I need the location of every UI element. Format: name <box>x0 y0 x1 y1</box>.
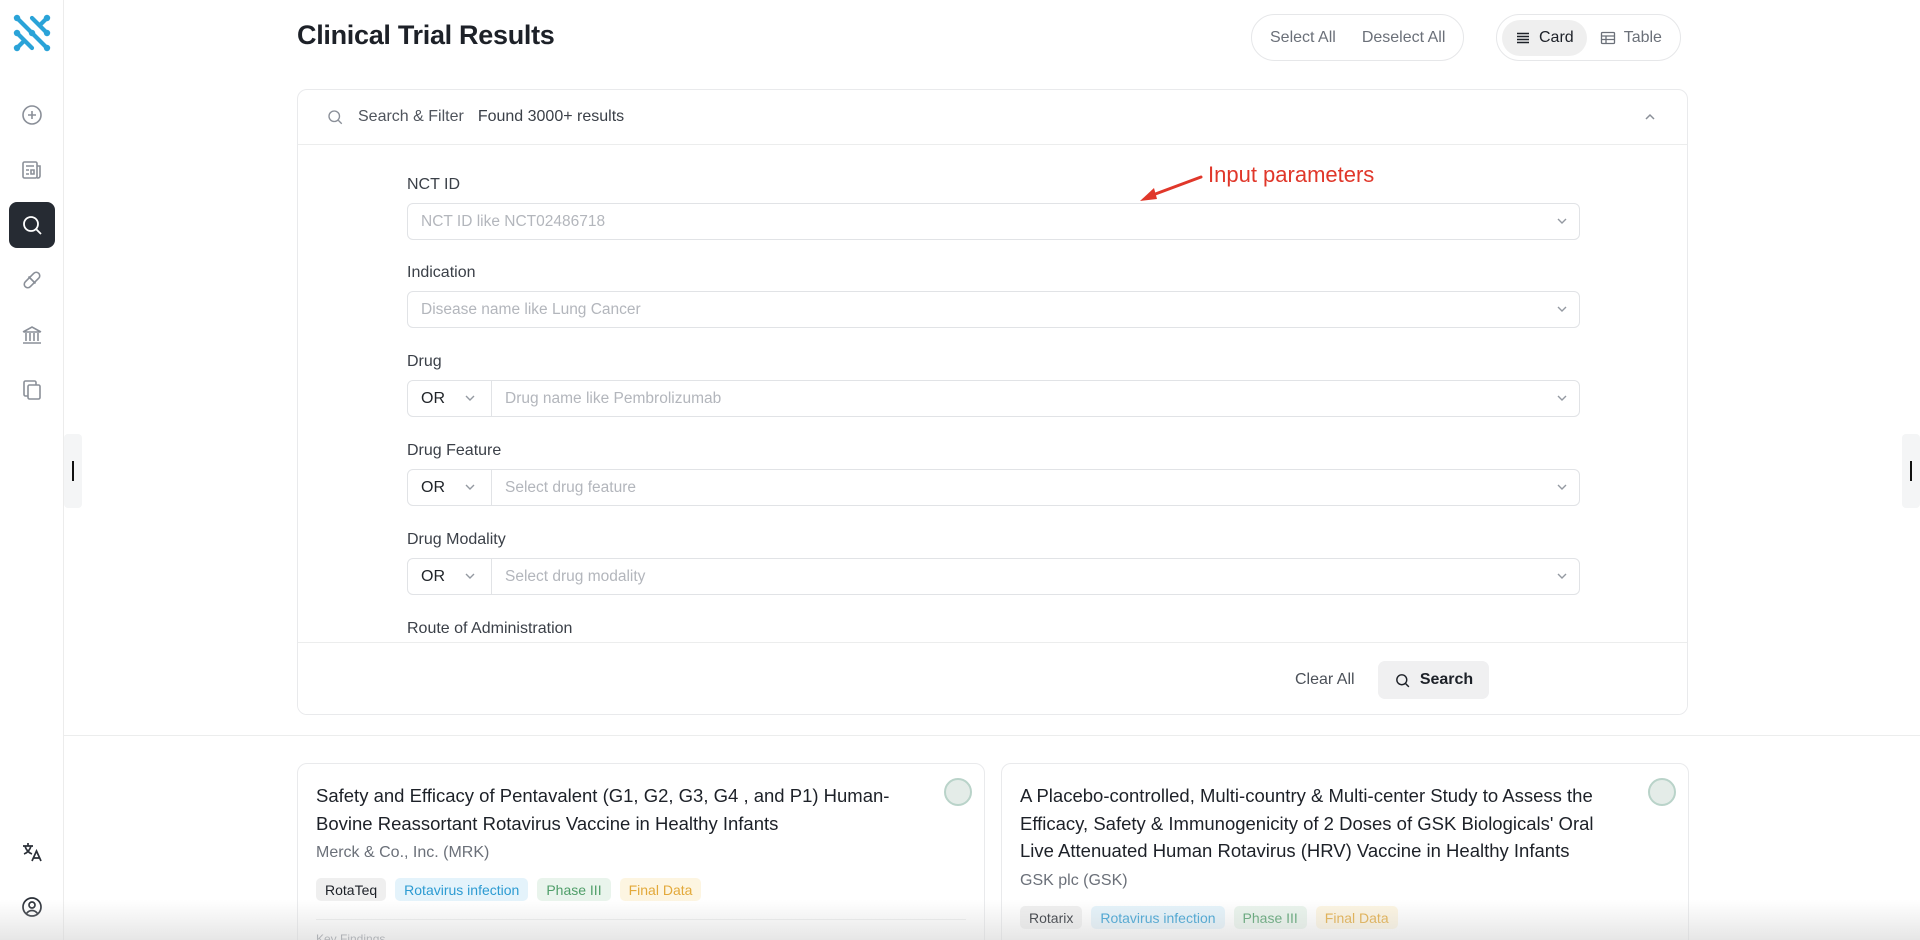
trial-title[interactable]: A Placebo-controlled, Multi-country & Mu… <box>1020 782 1620 865</box>
sidebar-item-institutions[interactable] <box>9 312 55 358</box>
trial-company: Merck & Co., Inc. (MRK) <box>316 844 490 861</box>
drug-modality-placeholder: Select drug modality <box>505 567 646 585</box>
sidebar-item-search[interactable] <box>9 202 55 248</box>
drug-feature-operator-value: OR <box>421 478 445 496</box>
drug-modality-label: Drug Modality <box>407 531 506 548</box>
sidebar <box>0 0 64 940</box>
trial-tags: Rotarix Rotavirus infection Phase III Fi… <box>1020 906 1398 929</box>
table-view-label: Table <box>1623 28 1662 46</box>
card-select-checkbox[interactable] <box>1648 778 1676 806</box>
trial-tags: RotaTeq Rotavirus infection Phase III Fi… <box>316 878 702 901</box>
sidebar-item-news[interactable] <box>9 147 55 193</box>
status-tag: Final Data <box>1315 906 1398 929</box>
app-root: Clinical Trial Results Select All Desele… <box>0 0 1920 940</box>
chevron-down-icon <box>1557 573 1567 579</box>
filter-panel-header[interactable]: Search & Filter Found 3000+ results <box>298 90 1687 145</box>
drug-modality-input[interactable]: OR Select drug modality <box>407 558 1580 595</box>
indication-label: Indication <box>407 264 476 281</box>
trial-card[interactable]: A Placebo-controlled, Multi-country & Mu… <box>1001 763 1689 940</box>
indication-tag: Rotavirus infection <box>395 878 529 901</box>
annotation-arrow-icon <box>1140 175 1203 201</box>
search-filter-panel: Search & Filter Found 3000+ results NCT … <box>297 89 1688 715</box>
chevron-down-icon <box>465 395 475 401</box>
filter-panel-title: Search & Filter <box>358 108 464 125</box>
card-view-label: Card <box>1539 28 1574 46</box>
drug-input[interactable]: OR Drug name like Pembrolizumab <box>407 380 1580 417</box>
drug-label: Drug <box>407 353 442 370</box>
drug-feature-input[interactable]: OR Select drug feature <box>407 469 1580 506</box>
bank-icon <box>22 326 42 344</box>
sidebar-collapse-handle[interactable] <box>64 434 82 508</box>
phase-tag: Phase III <box>537 878 611 901</box>
copy-icon <box>23 380 41 400</box>
phase-tag: Phase III <box>1233 906 1307 929</box>
app-logo[interactable] <box>12 13 52 53</box>
select-all-button[interactable]: Select All <box>1257 20 1349 56</box>
sidebar-item-documents[interactable] <box>9 367 55 413</box>
indication-input[interactable]: Disease name like Lung Cancer <box>407 291 1580 328</box>
search-icon <box>328 110 343 125</box>
pill-icon <box>23 271 41 289</box>
table-icon <box>1600 31 1615 44</box>
search-button[interactable]: Search <box>1378 661 1489 699</box>
card-view-button[interactable]: Card <box>1502 19 1587 56</box>
account-button[interactable] <box>9 884 55 930</box>
table-view-button[interactable]: Table <box>1587 20 1675 56</box>
handle-bar-icon <box>72 461 74 481</box>
language-button[interactable] <box>9 829 55 875</box>
drug-feature-placeholder: Select drug feature <box>505 478 636 496</box>
translate-icon <box>23 843 42 862</box>
handle-bar-icon <box>1910 461 1912 481</box>
plus-circle-icon <box>22 105 42 125</box>
key-findings-heading: Key Findings <box>316 932 386 940</box>
deselect-all-button[interactable]: Deselect All <box>1349 20 1459 56</box>
chevron-down-icon <box>1557 395 1567 401</box>
nct-id-placeholder: NCT ID like NCT02486718 <box>421 212 606 230</box>
view-toggle: Card Table <box>1496 14 1681 61</box>
card-select-checkbox[interactable] <box>944 778 972 806</box>
drug-operator-select[interactable]: OR <box>408 381 492 416</box>
chevron-down-icon <box>465 484 475 490</box>
results-count: Found 3000+ results <box>477 108 625 125</box>
drug-feature-label: Drug Feature <box>407 442 502 459</box>
sidebar-item-drugs[interactable] <box>9 257 55 303</box>
chevron-down-icon <box>465 573 475 579</box>
drug-modality-operator-select[interactable]: OR <box>408 559 492 594</box>
right-panel-collapse-handle[interactable] <box>1902 434 1920 508</box>
section-divider <box>64 735 1920 736</box>
trial-card[interactable]: Safety and Efficacy of Pentavalent (G1, … <box>297 763 985 940</box>
nct-id-input[interactable]: NCT ID like NCT02486718 <box>407 203 1580 240</box>
indication-placeholder: Disease name like Lung Cancer <box>421 300 641 318</box>
list-icon <box>1517 32 1529 43</box>
indication-tag: Rotavirus infection <box>1091 906 1225 929</box>
page-title: Clinical Trial Results <box>297 20 555 50</box>
drug-tag: RotaTeq <box>316 878 387 901</box>
drug-operator-value: OR <box>421 389 445 407</box>
chevron-down-icon <box>1557 218 1567 224</box>
user-circle-icon <box>22 897 42 917</box>
filter-panel-footer: Clear All Search <box>298 642 1687 714</box>
status-tag: Final Data <box>619 878 702 901</box>
drug-feature-operator-select[interactable]: OR <box>408 470 492 505</box>
nct-id-label: NCT ID <box>407 176 461 193</box>
annotation-label: Input parameters <box>1208 162 1375 187</box>
chevron-down-icon <box>1557 484 1567 490</box>
trial-title[interactable]: Safety and Efficacy of Pentavalent (G1, … <box>316 782 916 837</box>
drug-placeholder: Drug name like Pembrolizumab <box>505 389 722 407</box>
search-button-label: Search <box>1419 671 1474 688</box>
search-icon <box>23 216 42 235</box>
card-divider <box>316 919 966 920</box>
trial-company: GSK plc (GSK) <box>1020 872 1128 889</box>
clear-all-button[interactable]: Clear All <box>1283 661 1367 699</box>
chevron-down-icon <box>1557 306 1567 312</box>
route-of-administration-label: Route of Administration <box>407 620 573 637</box>
search-icon <box>1395 673 1410 687</box>
chevron-up-icon[interactable] <box>1643 110 1657 124</box>
newspaper-icon <box>22 161 41 179</box>
selection-controls: Select All Deselect All <box>1251 14 1465 61</box>
drug-modality-operator-value: OR <box>421 567 445 585</box>
drug-tag: Rotarix <box>1020 906 1083 929</box>
sidebar-item-new[interactable] <box>9 92 55 138</box>
